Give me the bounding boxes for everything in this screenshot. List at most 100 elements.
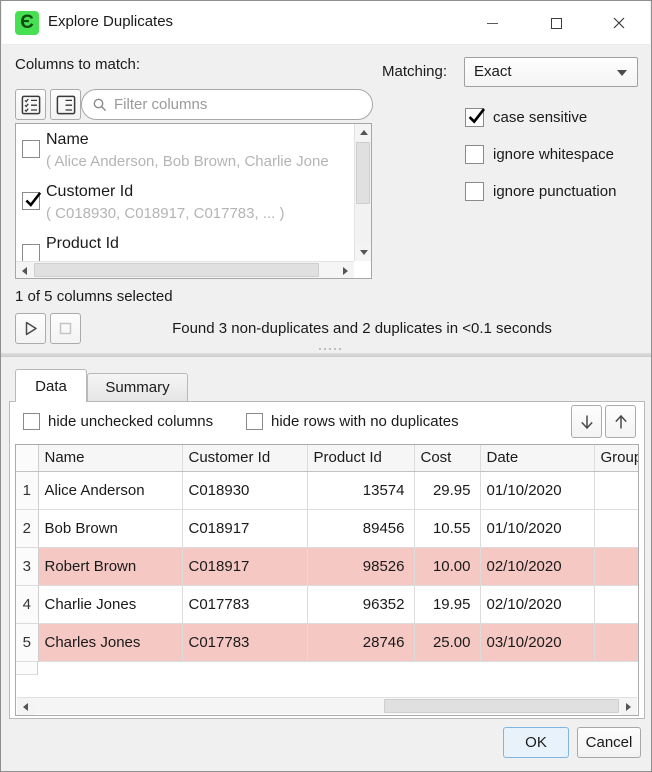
uncheck-all-columns-button[interactable] — [50, 89, 81, 120]
close-button[interactable] — [596, 8, 642, 38]
table-row-4[interactable]: 4 Charlie Jones C017783 96352 19.95 02/1… — [16, 585, 639, 623]
cell-name[interactable]: Bob Brown — [38, 509, 182, 547]
column-item-product-id[interactable]: Product Id — [16, 228, 354, 261]
cell-date[interactable]: 01/10/2020 — [480, 509, 594, 547]
row-number[interactable]: 2 — [16, 509, 38, 547]
table-row-1[interactable]: 1 Alice Anderson C018930 13574 29.95 01/… — [16, 471, 639, 509]
cell-product-id[interactable]: 98526 — [307, 547, 414, 585]
cell-cost[interactable]: 10.55 — [414, 509, 480, 547]
cancel-button[interactable]: Cancel — [577, 727, 641, 758]
cell-customer-id[interactable]: C018917 — [182, 509, 307, 547]
cell-name[interactable]: Robert Brown — [38, 547, 182, 585]
minimize-button[interactable] — [469, 8, 515, 38]
cell-name[interactable]: Alice Anderson — [38, 471, 182, 509]
column-sample-values: ( Alice Anderson, Bob Brown, Charlie Jon… — [46, 151, 354, 173]
column-checkbox-name[interactable] — [22, 140, 40, 158]
cell-customer-id[interactable]: C018930 — [182, 471, 307, 509]
columns-list: Name ( Alice Anderson, Bob Brown, Charli… — [15, 123, 372, 279]
row-number[interactable]: 1 — [16, 471, 38, 509]
header-customer-id[interactable]: Customer Id — [182, 445, 307, 471]
table-row-5[interactable]: 5 Charles Jones C017783 28746 25.00 03/1… — [16, 623, 639, 661]
cell-group[interactable] — [594, 623, 639, 661]
check-all-columns-button[interactable] — [15, 89, 46, 120]
header-product-id[interactable]: Product Id — [307, 445, 414, 471]
column-checkbox-customer-id[interactable] — [22, 192, 40, 210]
scroll-right-button[interactable] — [337, 262, 354, 279]
splitter-divider[interactable] — [1, 353, 652, 357]
scrollbar-thumb[interactable] — [384, 699, 619, 713]
row-number[interactable]: 4 — [16, 585, 38, 623]
cell-group[interactable] — [594, 547, 639, 585]
cell-date[interactable]: 01/10/2020 — [480, 471, 594, 509]
empty-row-number-cell — [16, 662, 38, 675]
row-number[interactable]: 3 — [16, 547, 38, 585]
scrollbar-thumb[interactable] — [356, 142, 370, 204]
scroll-down-button[interactable] — [355, 244, 372, 261]
column-item-customer-id[interactable]: Customer Id ( C018930, C018917, C017783,… — [16, 176, 354, 228]
tab-summary[interactable]: Summary — [87, 373, 188, 401]
cell-date[interactable]: 03/10/2020 — [480, 623, 594, 661]
maximize-button[interactable] — [533, 8, 579, 38]
cell-product-id[interactable]: 89456 — [307, 509, 414, 547]
cell-group[interactable] — [594, 509, 639, 547]
header-cost[interactable]: Cost — [414, 445, 480, 471]
scrollbar-thumb[interactable] — [34, 263, 319, 277]
cell-customer-id[interactable]: C017783 — [182, 585, 307, 623]
header-group[interactable]: Group — [594, 445, 639, 471]
columns-list-horizontal-scrollbar[interactable] — [16, 261, 354, 278]
stop-button[interactable] — [50, 313, 81, 344]
cell-date[interactable]: 02/10/2020 — [480, 547, 594, 585]
cell-product-id[interactable]: 28746 — [307, 623, 414, 661]
case-sensitive-option[interactable]: case sensitive — [465, 108, 587, 127]
cell-group[interactable] — [594, 471, 639, 509]
maximize-icon — [551, 18, 562, 29]
hide-rows-no-duplicates-option[interactable]: hide rows with no duplicates — [246, 413, 459, 430]
cell-cost[interactable]: 19.95 — [414, 585, 480, 623]
hide-unchecked-columns-checkbox[interactable] — [23, 413, 40, 430]
row-number[interactable]: 5 — [16, 623, 38, 661]
table-row-2[interactable]: 2 Bob Brown C018917 89456 10.55 01/10/20… — [16, 509, 639, 547]
ignore-punctuation-option[interactable]: ignore punctuation — [465, 182, 616, 201]
cell-date[interactable]: 02/10/2020 — [480, 585, 594, 623]
splitter-handle[interactable] — [319, 348, 341, 350]
cell-cost[interactable]: 25.00 — [414, 623, 480, 661]
run-button[interactable] — [15, 313, 46, 344]
header-name[interactable]: Name — [38, 445, 182, 471]
ok-button[interactable]: OK — [503, 727, 569, 758]
cell-product-id[interactable]: 13574 — [307, 471, 414, 509]
cell-product-id[interactable]: 96352 — [307, 585, 414, 623]
next-duplicate-button[interactable] — [571, 405, 602, 438]
scroll-left-button[interactable] — [17, 698, 34, 715]
cell-cost[interactable]: 29.95 — [414, 471, 480, 509]
cell-customer-id[interactable]: C017783 — [182, 623, 307, 661]
ignore-punctuation-checkbox[interactable] — [465, 182, 484, 201]
header-date[interactable]: Date — [480, 445, 594, 471]
close-icon — [612, 16, 626, 30]
hide-rows-no-duplicates-checkbox[interactable] — [246, 413, 263, 430]
tab-data[interactable]: Data — [15, 369, 87, 402]
filter-columns-input[interactable] — [114, 92, 364, 117]
table-row-3[interactable]: 3 Robert Brown C018917 98526 10.00 02/10… — [16, 547, 639, 585]
scroll-right-button[interactable] — [620, 698, 637, 715]
ignore-whitespace-option[interactable]: ignore whitespace — [465, 145, 614, 164]
row-number-header[interactable] — [16, 445, 38, 471]
column-item-name[interactable]: Name ( Alice Anderson, Bob Brown, Charli… — [16, 124, 354, 176]
cell-group[interactable] — [594, 585, 639, 623]
previous-duplicate-button[interactable] — [605, 405, 636, 438]
hide-unchecked-columns-option[interactable]: hide unchecked columns — [23, 413, 213, 430]
explore-duplicates-dialog: Є Explore Duplicates Columns to match: — [0, 0, 652, 772]
hide-unchecked-columns-label: hide unchecked columns — [48, 413, 213, 430]
column-checkbox-product-id[interactable] — [22, 244, 40, 261]
table-horizontal-scrollbar[interactable] — [17, 697, 637, 714]
scroll-up-button[interactable] — [355, 124, 372, 141]
cell-cost[interactable]: 10.00 — [414, 547, 480, 585]
ignore-whitespace-checkbox[interactable] — [465, 145, 484, 164]
cell-name[interactable]: Charles Jones — [38, 623, 182, 661]
cell-customer-id[interactable]: C018917 — [182, 547, 307, 585]
cell-name[interactable]: Charlie Jones — [38, 585, 182, 623]
matching-dropdown[interactable]: Exact — [464, 57, 638, 87]
scroll-left-button[interactable] — [16, 262, 33, 279]
columns-list-vertical-scrollbar[interactable] — [354, 124, 371, 261]
columns-to-match-label: Columns to match: — [15, 56, 140, 73]
case-sensitive-checkbox[interactable] — [465, 108, 484, 127]
